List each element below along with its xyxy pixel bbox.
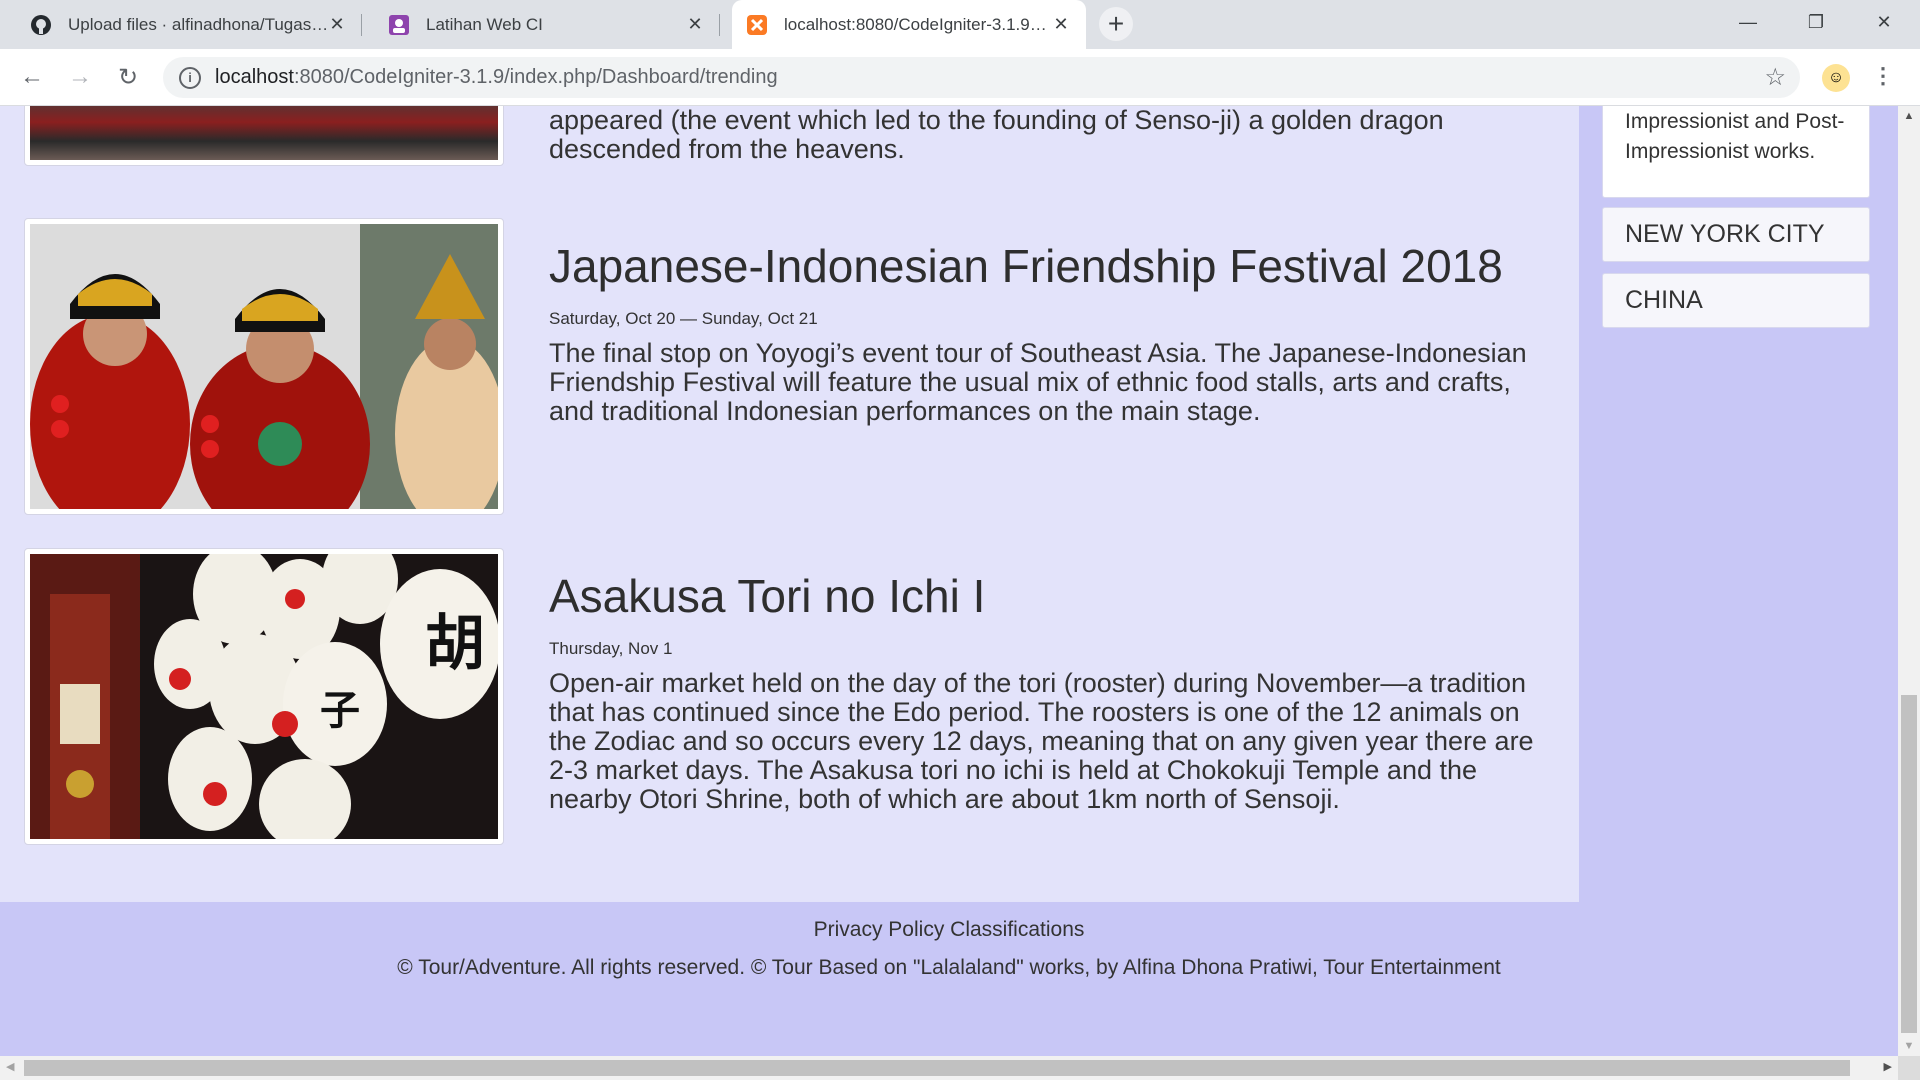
scroll-up-arrow-icon[interactable]: ▲ [1898, 110, 1920, 122]
event-description: Open-air market held on the day of the t… [549, 667, 1534, 814]
horizontal-scroll-thumb[interactable] [24, 1060, 1850, 1076]
sidebar-card-description: Impressionist and Post-Impressionist wor… [1625, 110, 1845, 163]
new-tab-button[interactable]: + [1099, 7, 1133, 41]
horizontal-scrollbar[interactable]: ◀ ▶ [0, 1056, 1898, 1080]
event-photo-tori-no-ichi[interactable]: 胡 子 [24, 548, 504, 845]
reload-icon[interactable]: ↻ [110, 59, 146, 95]
event-description: The final stop on Yoyogi’s event tour of… [549, 337, 1527, 426]
tab-localhost[interactable]: localhost:8080/CodeIgniter-3.1.9… ✕ [732, 0, 1086, 49]
event-title[interactable]: Japanese-Indonesian Friendship Festival … [549, 240, 1544, 293]
browser-toolbar: ← → ↻ i localhost:8080/CodeIgniter-3.1.9… [0, 49, 1920, 106]
close-icon[interactable]: ✕ [326, 14, 348, 36]
github-icon [30, 14, 52, 36]
scroll-down-arrow-icon[interactable]: ▼ [1898, 1040, 1920, 1052]
sidebar-item-label: CHINA [1625, 286, 1703, 314]
sidebar-item-label: NEW YORK CITY [1625, 220, 1825, 248]
info-icon[interactable]: i [179, 66, 201, 89]
tab-title: Latihan Web CI [426, 14, 543, 34]
sidebar: Impressionist and Post-Impressionist wor… [1579, 106, 1898, 902]
profile-icon [388, 14, 410, 36]
event-date: Thursday, Nov 1 [549, 638, 673, 658]
event-date: Saturday, Oct 20 — Sunday, Oct 21 [549, 308, 818, 328]
svg-text:胡: 胡 [425, 609, 485, 679]
event-photo-senso-ji [24, 106, 504, 166]
restore-icon[interactable]: ❐ [1782, 0, 1850, 44]
scroll-left-arrow-icon[interactable]: ◀ [6, 1060, 14, 1073]
close-icon[interactable]: ✕ [1050, 14, 1072, 36]
kebab-menu-icon[interactable]: ⋮ [1872, 63, 1894, 89]
profile-avatar-icon[interactable]: ☺ [1822, 64, 1850, 92]
url-path: :8080/CodeIgniter-3.1.9/index.php/Dashbo… [293, 66, 778, 88]
event-title[interactable]: Asakusa Tori no Ichi I [549, 570, 1544, 623]
forward-arrow-icon[interactable]: → [62, 59, 98, 95]
bookmark-star-icon[interactable]: ☆ [1764, 63, 1786, 92]
tab-title: localhost:8080/CodeIgniter-3.1.9… [784, 14, 1047, 34]
footer-links[interactable]: Privacy Policy Classifications [0, 918, 1898, 942]
dancers-illustration [30, 224, 498, 509]
lanterns-illustration: 胡 子 [30, 554, 498, 839]
page-viewport: appeared (the event which led to the fou… [0, 106, 1898, 1056]
xampp-icon [746, 14, 768, 36]
url-host: localhost [215, 66, 294, 88]
svg-text:子: 子 [320, 688, 360, 734]
scrollbar-corner [1898, 1056, 1920, 1080]
vertical-scroll-thumb[interactable] [1901, 695, 1917, 1033]
minimize-icon[interactable]: — [1714, 0, 1782, 44]
scroll-right-arrow-icon[interactable]: ▶ [1884, 1060, 1892, 1073]
sidebar-item-new-york-city[interactable]: NEW YORK CITY [1602, 207, 1870, 262]
close-icon[interactable]: ✕ [684, 14, 706, 36]
main-content: appeared (the event which led to the fou… [0, 106, 1579, 902]
event-description: appeared (the event which led to the fou… [549, 106, 1444, 164]
tab-strip: Upload files · alfinadhona/Tugas… ✕ Lati… [0, 0, 1920, 49]
tab-github-upload[interactable]: Upload files · alfinadhona/Tugas… ✕ [16, 0, 362, 49]
footer-copyright: © Tour/Adventure. All rights reserved. ©… [397, 956, 1501, 979]
address-bar[interactable]: i localhost:8080/CodeIgniter-3.1.9/index… [163, 57, 1800, 98]
back-arrow-icon[interactable]: ← [14, 59, 50, 95]
vertical-scrollbar[interactable]: ▲ ▼ [1898, 106, 1920, 1056]
sidebar-item-china[interactable]: CHINA [1602, 273, 1870, 328]
sidebar-card-text: Impressionist and Post-Impressionist wor… [1602, 106, 1870, 198]
event-photo-friendship-festival[interactable] [24, 218, 504, 515]
tab-latihan-web-ci[interactable]: Latihan Web CI ✕ [374, 0, 720, 49]
window-close-icon[interactable]: ✕ [1850, 0, 1918, 44]
tab-title: Upload files · alfinadhona/Tugas… [68, 14, 326, 34]
